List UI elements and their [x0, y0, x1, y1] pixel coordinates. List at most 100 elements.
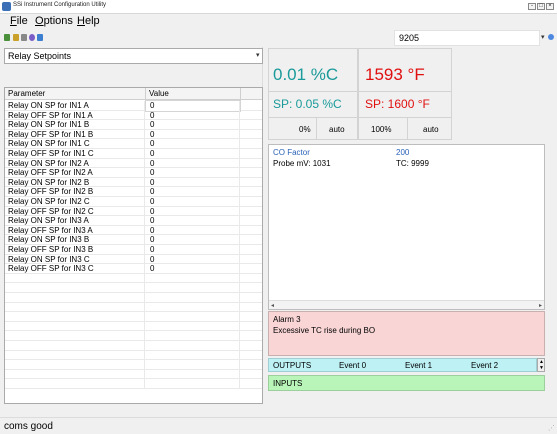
chevron-down-icon[interactable]: ▾ [256, 51, 260, 59]
horizontal-scrollbar[interactable]: ◂ ▸ [269, 300, 544, 309]
chevron-down-icon[interactable]: ▼ [539, 366, 544, 371]
event-1: Event 1 [405, 361, 433, 370]
empty-row [5, 321, 262, 332]
value-cell[interactable]: 0 [146, 197, 240, 207]
carbon-sp[interactable]: SP: 0.05 %C [273, 97, 342, 111]
value-cell[interactable]: 0 [146, 264, 240, 274]
empty-cell [146, 369, 240, 380]
value-cell[interactable]: 0 [146, 206, 240, 217]
parameter-cell: Relay OFF SP for IN1 B [5, 129, 145, 140]
temperature-output: 100% [371, 125, 392, 134]
parameter-grid: Parameter Value Relay ON SP for IN1 A 0 Re… [4, 87, 263, 404]
scroll-left-icon[interactable]: ◂ [271, 302, 274, 309]
chart-icon[interactable] [37, 34, 43, 41]
table-row[interactable]: Relay ON SP for IN1 B0 [5, 120, 262, 130]
empty-row [5, 350, 262, 361]
table-row[interactable]: Relay OFF SP for IN3 C0 [5, 264, 262, 274]
empty-cell [146, 341, 240, 351]
table-row[interactable]: Relay ON SP for IN1 C0 [5, 139, 262, 149]
value-cell[interactable]: 0 [146, 235, 240, 245]
empty-cell [146, 302, 240, 313]
alarm-panel: Alarm 3 Excessive TC rise during BO [268, 311, 545, 356]
value-cell[interactable]: 0 [146, 168, 240, 178]
table-row[interactable]: Relay OFF SP for IN1 A0 [5, 110, 262, 121]
table-row[interactable]: Relay OFF SP for IN2 B0 [5, 187, 262, 197]
minimize-button[interactable]: - [528, 3, 536, 10]
event-2: Event 2 [471, 361, 499, 370]
resize-grip-icon[interactable]: ⋰ [548, 424, 555, 432]
value-cell[interactable]: 0 [146, 120, 240, 130]
parameter-cell: Relay ON SP for IN2 B [5, 177, 145, 188]
table-row[interactable]: Relay OFF SP for IN1 C0 [5, 149, 262, 159]
lock-icon[interactable] [13, 34, 19, 41]
parameter-cell: Relay OFF SP for IN1 C [5, 149, 145, 159]
menu-file[interactable]: File [10, 15, 28, 27]
value-cell[interactable]: 0 [146, 187, 240, 197]
empty-cell [5, 302, 145, 313]
co-factor-value[interactable]: 200 [396, 148, 409, 157]
carbon-pv: 0.01 %C [273, 65, 339, 84]
value-cell[interactable]: 0 [146, 177, 240, 188]
empty-cell [146, 293, 240, 303]
empty-cell [146, 321, 240, 332]
empty-cell [5, 350, 145, 361]
divider [316, 118, 317, 140]
parameter-cell: Relay ON SP for IN3 C [5, 254, 145, 265]
outputs-scroll-spinner[interactable]: ▲ ▼ [537, 358, 545, 372]
table-row[interactable]: Relay OFF SP for IN1 B0 [5, 129, 262, 140]
empty-row [5, 273, 262, 284]
table-row[interactable]: Relay ON SP for IN2 B0 [5, 177, 262, 188]
menu-bar: File Options Help [0, 14, 557, 29]
empty-cell [146, 283, 240, 293]
title-bar: SSi Instrument Configuration Utility - □… [0, 0, 557, 14]
divider [359, 91, 451, 92]
value-cell[interactable]: 0 [146, 216, 240, 226]
temperature-sp[interactable]: SP: 1600 °F [365, 97, 430, 111]
table-row[interactable]: Relay ON SP for IN2 A0 [5, 158, 262, 169]
column-header-parameter[interactable]: Parameter [5, 88, 146, 100]
close-button[interactable]: × [546, 3, 554, 10]
value-cell[interactable]: 0 [146, 245, 240, 255]
table-row[interactable]: Relay ON SP for IN3 B0 [5, 235, 262, 245]
connect-icon[interactable] [4, 34, 10, 41]
empty-cell [5, 321, 145, 332]
outputs-label: OUTPUTS [273, 361, 312, 370]
window-title: SSi Instrument Configuration Utility [13, 2, 107, 8]
value-cell[interactable]: 0 [146, 254, 240, 265]
parameter-cell: Relay ON SP for IN1 A [5, 101, 145, 111]
table-row[interactable]: Relay ON SP for IN1 A0 [5, 100, 262, 112]
carbon-mode[interactable]: auto [329, 125, 345, 134]
value-cell[interactable]: 0 [145, 100, 241, 112]
menu-options[interactable]: Options [35, 15, 73, 27]
table-row[interactable]: Relay OFF SP for IN2 C0 [5, 206, 262, 217]
status-bar: coms good ⋰ [0, 417, 557, 434]
value-cell[interactable]: 0 [146, 129, 240, 140]
device-selector[interactable]: 9205 [394, 30, 540, 46]
gear-icon[interactable] [29, 34, 35, 41]
trash-icon[interactable] [21, 34, 27, 41]
maximize-button[interactable]: □ [537, 3, 545, 10]
menu-category-select[interactable]: Relay Setpoints [4, 48, 263, 64]
value-cell[interactable]: 0 [146, 110, 240, 121]
table-row[interactable]: Relay OFF SP for IN3 A0 [5, 225, 262, 236]
table-row[interactable]: Relay OFF SP for IN3 B0 [5, 245, 262, 255]
empty-cell [146, 360, 240, 370]
menu-help[interactable]: Help [77, 15, 100, 27]
chevron-down-icon[interactable]: ▾ [541, 33, 545, 41]
table-row[interactable]: Relay ON SP for IN2 C0 [5, 197, 262, 207]
parameter-cell: Relay OFF SP for IN2 A [5, 168, 145, 178]
value-cell[interactable]: 0 [146, 225, 240, 236]
empty-row [5, 283, 262, 293]
value-cell[interactable]: 0 [146, 139, 240, 149]
parameter-cell: Relay ON SP for IN1 C [5, 139, 145, 149]
temperature-mode[interactable]: auto [423, 125, 439, 134]
column-header-value[interactable]: Value [146, 88, 241, 100]
table-row[interactable]: Relay OFF SP for IN2 A0 [5, 168, 262, 178]
value-cell[interactable]: 0 [146, 149, 240, 159]
scroll-right-icon[interactable]: ▸ [539, 302, 542, 309]
empty-cell [5, 360, 145, 370]
table-row[interactable]: Relay ON SP for IN3 A0 [5, 216, 262, 226]
value-cell[interactable]: 0 [146, 158, 240, 169]
table-row[interactable]: Relay ON SP for IN3 C0 [5, 254, 262, 265]
empty-cell [5, 273, 145, 284]
